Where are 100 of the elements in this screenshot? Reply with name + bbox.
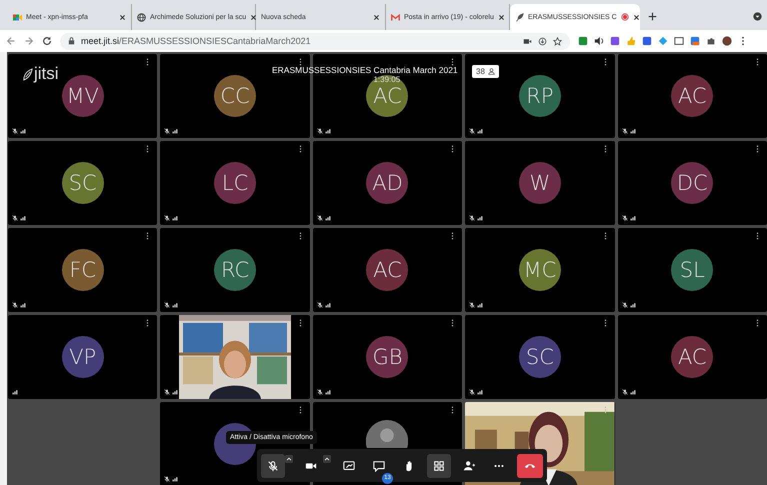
address-field[interactable]: meet.jit.si/ERASMUSSESSIONSIESCantabriaMarch2021 [60, 32, 570, 50]
connection-icon [477, 215, 484, 221]
puzzle-icon[interactable] [706, 36, 716, 46]
connection-icon [477, 128, 484, 134]
avatar: AC [366, 249, 408, 291]
avatar: W [518, 162, 561, 204]
avatar: VP [62, 336, 104, 378]
more-options-icon[interactable] [604, 58, 607, 66]
add-person-icon [463, 460, 475, 472]
connection-icon [20, 302, 26, 308]
avatar: SC [62, 162, 104, 204]
connection-icon [324, 128, 331, 134]
connection-icon [20, 215, 26, 221]
mail-icon [391, 12, 400, 22]
more-options-icon[interactable] [146, 232, 150, 240]
avatar: SL [671, 249, 714, 291]
connection-icon [630, 128, 636, 134]
more-options-icon[interactable] [756, 145, 759, 153]
star-icon[interactable] [553, 36, 562, 46]
avatar: AD [366, 162, 408, 204]
more-options-icon[interactable] [298, 319, 302, 327]
muted-microphone-icon [267, 460, 279, 472]
hangup-button[interactable] [517, 454, 543, 478]
diamond-icon[interactable] [658, 36, 668, 46]
more-options-icon[interactable] [451, 145, 454, 153]
more-options-icon[interactable] [604, 145, 607, 153]
mic-button[interactable] [261, 454, 285, 478]
avatar: CC [214, 75, 256, 117]
more-options-icon[interactable] [451, 232, 454, 240]
more-options-icon[interactable] [298, 406, 302, 414]
more-options-icon[interactable] [146, 145, 150, 153]
person-icon [488, 68, 495, 75]
meeting-timer: 1:39:05 [373, 75, 400, 84]
caret-icon[interactable] [285, 454, 293, 462]
connection-icon [324, 302, 331, 308]
connection-icon [324, 215, 331, 221]
avatar: AC [671, 336, 714, 378]
more-options-icon[interactable] [146, 58, 150, 66]
avatar: SC [518, 336, 561, 378]
meet-icon [13, 12, 22, 22]
camera-icon[interactable] [523, 36, 532, 46]
connection-icon [12, 389, 18, 395]
connection-icon [172, 128, 178, 134]
connection-icon [324, 389, 331, 395]
close-icon[interactable] [373, 14, 380, 20]
connection-icon [630, 389, 636, 395]
close-icon[interactable] [250, 14, 258, 20]
more-options-icon[interactable] [756, 319, 759, 327]
more-options-icon[interactable] [146, 319, 150, 327]
connection-icon [477, 389, 484, 395]
user-placeholder-icon [366, 420, 408, 448]
avatar: MV [62, 75, 104, 117]
tiles-button[interactable] [427, 454, 451, 478]
install-icon[interactable] [538, 36, 547, 46]
more-options-icon[interactable] [604, 319, 607, 327]
more-options-icon[interactable] [756, 232, 759, 240]
thumbs-up-icon[interactable] [626, 36, 636, 46]
close-icon[interactable] [119, 14, 126, 20]
globe-icon [137, 12, 146, 22]
more-options-icon[interactable] [756, 58, 759, 66]
participant-count[interactable]: 38 [472, 65, 499, 78]
jitsi-logo: jitsi [34, 64, 59, 84]
connection-icon [172, 215, 178, 221]
connection-icon [172, 302, 178, 308]
caret-icon[interactable] [323, 454, 331, 462]
grid-icon [433, 460, 445, 472]
feather-icon [22, 68, 33, 80]
more-options-icon[interactable] [298, 232, 302, 240]
recording-icon [620, 13, 629, 21]
avatar: RC [214, 249, 256, 291]
more-options-icon[interactable] [451, 58, 454, 66]
connection-icon [20, 128, 26, 134]
lock-icon [68, 37, 75, 45]
avatar: DC [671, 162, 714, 204]
avatar-icon[interactable] [722, 36, 732, 46]
more-options-icon[interactable] [298, 145, 302, 153]
extension-icon[interactable] [674, 36, 684, 46]
back-icon[interactable] [6, 36, 16, 46]
avatar: RP [518, 75, 561, 117]
avatar: LC [214, 162, 256, 204]
connection-icon [172, 389, 178, 395]
more-options-icon[interactable] [451, 406, 454, 414]
avatar: AC [671, 75, 714, 117]
speaker-icon[interactable] [594, 36, 604, 46]
feather-icon [515, 12, 524, 22]
reload-icon[interactable] [42, 36, 52, 46]
connection-icon [477, 302, 484, 308]
connection-icon [630, 215, 636, 221]
avatar: MC [518, 249, 561, 291]
more-options-icon[interactable] [451, 319, 454, 327]
extension-icon[interactable] [642, 36, 652, 46]
close-icon[interactable] [632, 14, 640, 20]
more-options-icon[interactable] [298, 58, 302, 66]
forward-icon[interactable] [24, 36, 34, 46]
more-options-icon[interactable] [604, 232, 607, 240]
new-tab-icon[interactable] [648, 12, 657, 21]
chat-icon [373, 460, 385, 472]
close-icon[interactable] [498, 14, 505, 20]
meeting-title: ERASMUSSESSIONSIES Cantabria March 2021 [272, 65, 458, 75]
tab-list-icon[interactable] [753, 12, 762, 21]
